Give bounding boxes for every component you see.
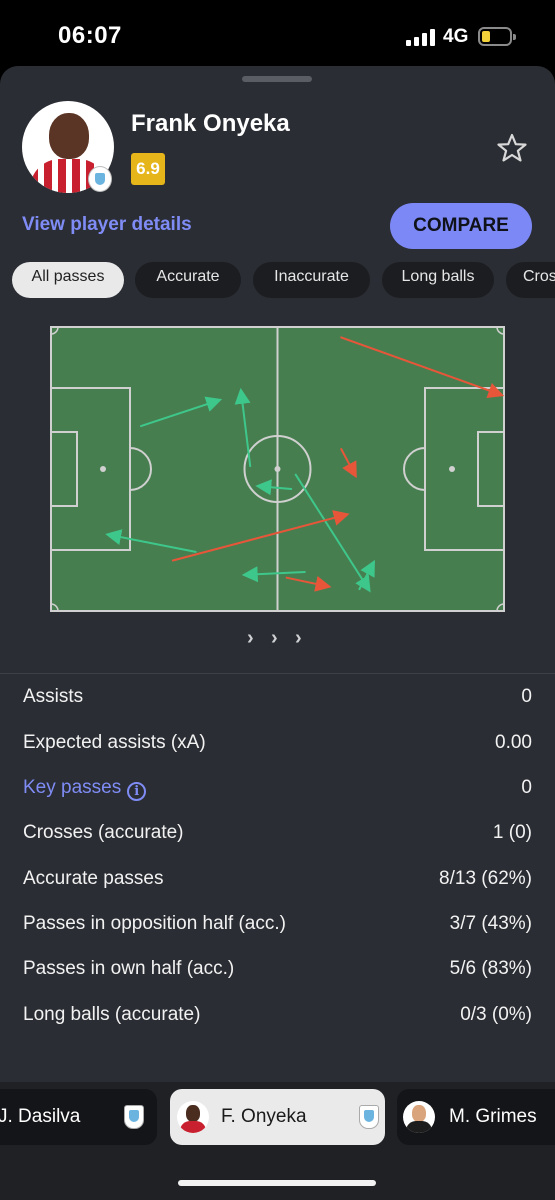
pass-filter-chips: All passes Accurate Inaccurate Long ball…	[0, 262, 555, 298]
stat-value: 0	[521, 686, 532, 707]
player-name: Frank Onyeka	[131, 110, 290, 137]
stat-label: Accurate passes	[23, 868, 164, 889]
stat-row-accurate-passes: Accurate passes 8/13 (62%)	[0, 868, 555, 898]
stat-label: Passes in own half (acc.)	[23, 958, 235, 979]
favorite-star-icon[interactable]	[496, 132, 528, 164]
signal-icon	[406, 29, 436, 46]
club-badge-icon	[359, 1105, 379, 1129]
stat-value: 3/7 (43%)	[449, 913, 532, 934]
key-passes-link[interactable]: Key passes i	[23, 777, 147, 801]
player-card-grimes[interactable]: M. Grimes	[397, 1089, 555, 1145]
chevron-right-icon: ›	[271, 627, 278, 649]
stat-row-passes-own-half: Passes in own half (acc.) 5/6 (83%)	[0, 958, 555, 988]
stat-value: 5/6 (83%)	[449, 958, 532, 979]
status-time: 06:07	[58, 22, 122, 49]
stat-label: Assists	[23, 686, 84, 707]
player-card-name: F. Onyeka	[221, 1106, 307, 1127]
player-card-name: J. Dasilva	[0, 1106, 81, 1127]
stat-value: 0.00	[495, 732, 532, 753]
club-badge-icon	[124, 1105, 144, 1129]
battery-icon	[478, 27, 516, 46]
stat-value: 0	[521, 777, 532, 798]
stat-value: 8/13 (62%)	[439, 868, 532, 889]
section-divider	[0, 673, 555, 674]
player-card-name: M. Grimes	[449, 1106, 537, 1127]
chevron-right-icon: ›	[247, 627, 254, 649]
chip-inaccurate[interactable]: Inaccurate	[253, 262, 370, 298]
stat-row-crosses: Crosses (accurate) 1 (0)	[0, 822, 555, 852]
chip-long-balls[interactable]: Long balls	[382, 262, 494, 298]
stat-label: Expected assists (xA)	[23, 732, 206, 753]
stat-row-key-passes[interactable]: Key passes i 0	[0, 777, 555, 807]
sheet-grabber[interactable]	[242, 76, 312, 82]
home-indicator[interactable]	[178, 1180, 376, 1186]
stat-row-long-balls: Long balls (accurate) 0/3 (0%)	[0, 1004, 555, 1034]
chip-accurate[interactable]: Accurate	[135, 262, 241, 298]
player-rating-badge: 6.9	[131, 153, 165, 185]
compare-button[interactable]: COMPARE	[390, 203, 532, 249]
chip-all-passes[interactable]: All passes	[12, 262, 124, 298]
stat-label: Passes in opposition half (acc.)	[23, 913, 286, 934]
player-card-onyeka[interactable]: F. Onyeka	[170, 1089, 385, 1145]
chevron-right-icon: ›	[295, 627, 302, 649]
stat-row-assists: Assists 0	[0, 686, 555, 716]
player-avatar	[177, 1101, 209, 1133]
player-sheet: Frank Onyeka 6.9 View player details COM…	[0, 66, 555, 1200]
network-type: 4G	[443, 26, 469, 47]
player-avatar	[403, 1101, 435, 1133]
stat-row-passes-opposition-half: Passes in opposition half (acc.) 3/7 (43…	[0, 913, 555, 943]
pass-map-pitch	[50, 326, 505, 612]
stat-value: 0/3 (0%)	[460, 1004, 532, 1025]
stat-label[interactable]: Key passes	[23, 777, 121, 798]
status-bar: 06:07 4G	[0, 0, 555, 66]
player-card-dasilva[interactable]: J. Dasilva	[0, 1089, 157, 1145]
stat-value: 1 (0)	[492, 822, 532, 843]
chip-crosses[interactable]: Cros	[506, 262, 555, 298]
view-player-details-link[interactable]: View player details	[22, 214, 192, 236]
club-badge-icon	[88, 166, 112, 192]
info-icon[interactable]: i	[127, 782, 147, 801]
stat-label: Long balls (accurate)	[23, 1004, 201, 1025]
stat-row-expected-assists: Expected assists (xA) 0.00	[0, 732, 555, 762]
stat-label: Crosses (accurate)	[23, 822, 184, 843]
